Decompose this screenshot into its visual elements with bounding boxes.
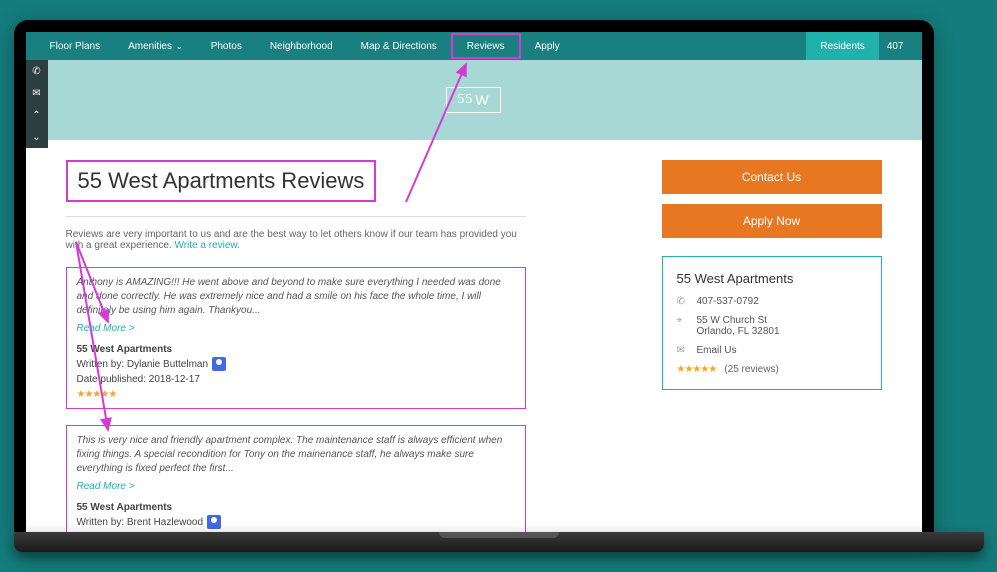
intro-text: Reviews are very important to us and are… [66, 216, 526, 251]
logo-number: 55 [457, 92, 473, 108]
nav-reviews[interactable]: Reviews [451, 33, 521, 59]
info-address: ⌖ 55 W Church StOrlando, FL 32801 [677, 315, 867, 337]
write-review-link[interactable]: Write a review. [174, 240, 239, 251]
sub-header: 55W [26, 60, 922, 140]
side-widget: ✆ ✉ ⌃ ⌄ [26, 60, 48, 148]
logo[interactable]: 55W [446, 87, 500, 113]
review-card: Anthony is AMAZING!!! He went above and … [66, 267, 526, 409]
avatar-icon [207, 515, 221, 529]
logo-letter: W [475, 92, 489, 108]
chevron-up-icon[interactable]: ⌃ [26, 104, 48, 126]
review-text: This is very nice and friendly apartment… [77, 434, 515, 476]
read-more-link[interactable]: Read More > [77, 481, 135, 492]
laptop-base [14, 532, 984, 552]
chevron-down-icon[interactable]: ⌄ [26, 126, 48, 148]
info-email[interactable]: ✉ Email Us [677, 345, 867, 356]
read-more-link[interactable]: Read More > [77, 323, 135, 334]
review-author-line: Written by: Brent Hazlewood [77, 515, 515, 530]
aggregate-rating: ★★★★★ (25 reviews) [677, 364, 867, 375]
top-navigation: Floor Plans Amenities⌄ Photos Neighborho… [26, 32, 922, 60]
mail-icon[interactable]: ✉ [26, 82, 48, 104]
page-title: 55 West Apartments Reviews [66, 160, 377, 202]
nav-photos[interactable]: Photos [197, 32, 256, 60]
avatar-icon [212, 357, 226, 371]
residents-button[interactable]: Residents [806, 32, 878, 60]
mail-icon: ✉ [677, 345, 689, 356]
star-rating: ★★★★★ [77, 389, 515, 400]
chevron-down-icon: ⌄ [176, 42, 183, 51]
nav-map[interactable]: Map & Directions [347, 32, 451, 60]
phone-icon: ✆ [677, 296, 689, 307]
nav-neighborhood[interactable]: Neighborhood [256, 32, 347, 60]
review-property: 55 West Apartments [77, 500, 515, 515]
property-info-card: 55 West Apartments ✆ 407-537-0792 ⌖ 55 W… [662, 256, 882, 390]
apply-now-button[interactable]: Apply Now [662, 204, 882, 238]
nav-floor-plans[interactable]: Floor Plans [36, 32, 115, 60]
review-text: Anthony is AMAZING!!! He went above and … [77, 276, 515, 318]
review-card: This is very nice and friendly apartment… [66, 425, 526, 532]
review-author-line: Written by: Dylanie Buttelman [77, 357, 515, 372]
nav-amenities[interactable]: Amenities⌄ [114, 32, 197, 60]
phone-icon[interactable]: ✆ [26, 60, 48, 82]
contact-us-button[interactable]: Contact Us [662, 160, 882, 194]
star-rating: ★★★★★ [677, 364, 717, 375]
nav-apply[interactable]: Apply [521, 32, 574, 60]
phone-fragment: 407 [879, 41, 912, 52]
property-name: 55 West Apartments [677, 271, 867, 286]
review-date-line: Date published: 2018-12-17 [77, 372, 515, 387]
info-phone[interactable]: ✆ 407-537-0792 [677, 296, 867, 307]
map-pin-icon: ⌖ [677, 315, 689, 326]
review-property: 55 West Apartments [77, 342, 515, 357]
